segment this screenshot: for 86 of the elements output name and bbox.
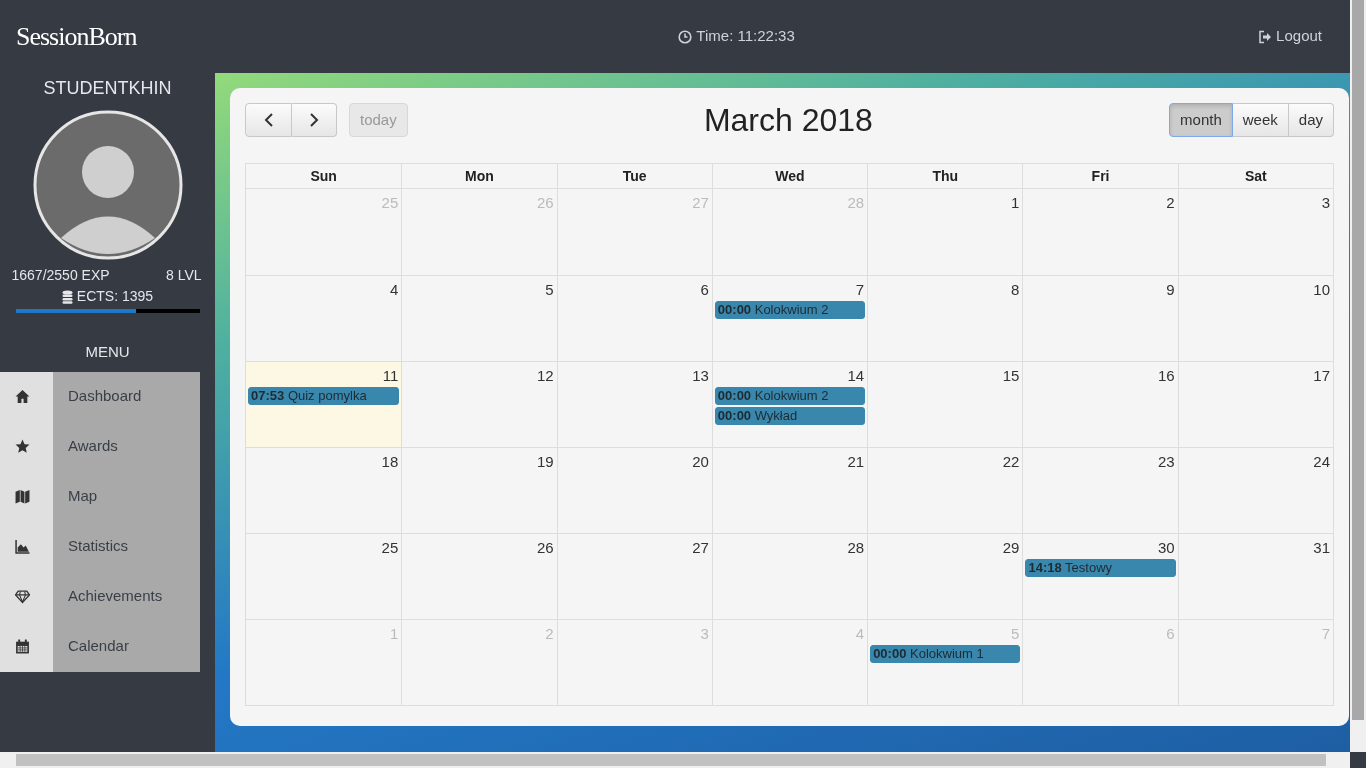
day-number: 7 (855, 281, 866, 299)
view-tab[interactable]: day (1288, 103, 1334, 137)
menu-item[interactable]: Statistics (53, 521, 200, 572)
day-number: 28 (847, 539, 866, 557)
weekday-header: Sun (310, 166, 337, 186)
day-number: 13 (692, 367, 710, 385)
map-icon (15, 489, 30, 504)
day-number: 5 (1011, 625, 1021, 643)
weekday-header: Sat (1244, 166, 1267, 186)
day-number: 22 (1002, 453, 1021, 471)
day-number: 8 (1011, 281, 1021, 299)
calendar-event[interactable]: 00:00 Kolokwium 2 (714, 301, 866, 319)
calendar-event[interactable]: 00:00 Wykład (714, 407, 866, 425)
weekday-header: Wed (775, 166, 805, 186)
calendar-event[interactable]: 00:00 Kolokwium 1 (870, 645, 1021, 663)
day-number: 21 (847, 453, 866, 471)
logout-icon (1258, 29, 1273, 44)
ects-text: ECTS: 1395 (76, 287, 154, 306)
day-number: 2 (1166, 194, 1176, 212)
calendar-event[interactable]: 07:53 Quiz pomylka (248, 387, 400, 405)
day-number: 16 (1158, 367, 1176, 385)
next-button[interactable] (292, 103, 337, 137)
day-number: 25 (381, 539, 400, 557)
menu-item[interactable]: Dashboard (53, 371, 200, 422)
day-number: 26 (536, 539, 555, 557)
weekday-header: Fri (1091, 166, 1110, 186)
weekday-header: Thu (932, 166, 959, 186)
view-tab[interactable]: month (1169, 103, 1233, 137)
view-tab[interactable]: week (1232, 103, 1289, 137)
logout-link[interactable]: Logout (1258, 25, 1334, 48)
day-number: 3 (1321, 194, 1331, 212)
day-number: 1 (1011, 194, 1021, 212)
day-number: 3 (700, 625, 710, 643)
day-number: 6 (1166, 625, 1176, 643)
day-number: 11 (382, 367, 400, 385)
day-number: 4 (389, 281, 400, 299)
day-number: 28 (847, 194, 866, 212)
diamond-icon (15, 589, 30, 604)
day-number: 30 (1158, 539, 1176, 557)
level-text: 8 LVL (165, 266, 203, 285)
day-number: 7 (1321, 625, 1331, 643)
day-number: 5 (545, 281, 555, 299)
day-number: 27 (692, 194, 710, 212)
exp-text: 1667/2550 EXP (11, 266, 110, 285)
weekday-header: Tue (622, 166, 647, 186)
star-icon (15, 439, 30, 454)
clock-icon (678, 29, 693, 44)
day-number: 26 (536, 194, 555, 212)
day-number: 27 (692, 539, 710, 557)
menu-item[interactable]: Map (53, 471, 200, 522)
day-number: 10 (1313, 281, 1331, 299)
day-number: 9 (1166, 281, 1176, 299)
day-number: 29 (1002, 539, 1021, 557)
calendar-icon (15, 639, 30, 654)
day-number: 17 (1313, 367, 1331, 385)
chart-icon (15, 539, 30, 554)
day-number: 14 (847, 367, 866, 385)
menu-item[interactable]: Calendar (53, 621, 200, 672)
calendar-title: March 2018 (703, 101, 873, 140)
previous-button[interactable] (245, 103, 292, 137)
coins-icon (61, 289, 73, 304)
logo[interactable]: SessionBorn (16, 23, 215, 50)
day-number: 15 (1002, 367, 1021, 385)
day-number: 12 (536, 367, 555, 385)
weekday-header: Mon (465, 166, 494, 186)
menu-item[interactable]: Achievements (53, 571, 200, 622)
day-number: 6 (700, 281, 710, 299)
day-number: 31 (1313, 539, 1331, 557)
chevron-left-icon (263, 113, 274, 127)
calendar-event[interactable]: 00:00 Kolokwium 2 (714, 387, 866, 405)
day-number: 1 (389, 625, 400, 643)
time-display: Time: 11:22:33 (696, 26, 795, 47)
day-number: 24 (1313, 453, 1331, 471)
day-number: 25 (381, 194, 400, 212)
day-number: 20 (692, 453, 710, 471)
chevron-right-icon (309, 113, 319, 127)
day-number: 18 (381, 453, 400, 471)
username: STUDENTKHIN (43, 77, 172, 100)
menu-item[interactable]: Awards (53, 421, 200, 472)
menu-heading: MENU (85, 342, 130, 362)
home-icon (15, 389, 30, 404)
day-number: 4 (855, 625, 866, 643)
day-number: 2 (545, 625, 555, 643)
calendar-event[interactable]: 14:18 Testowy (1025, 559, 1176, 577)
day-number: 19 (536, 453, 555, 471)
day-number: 23 (1158, 453, 1176, 471)
